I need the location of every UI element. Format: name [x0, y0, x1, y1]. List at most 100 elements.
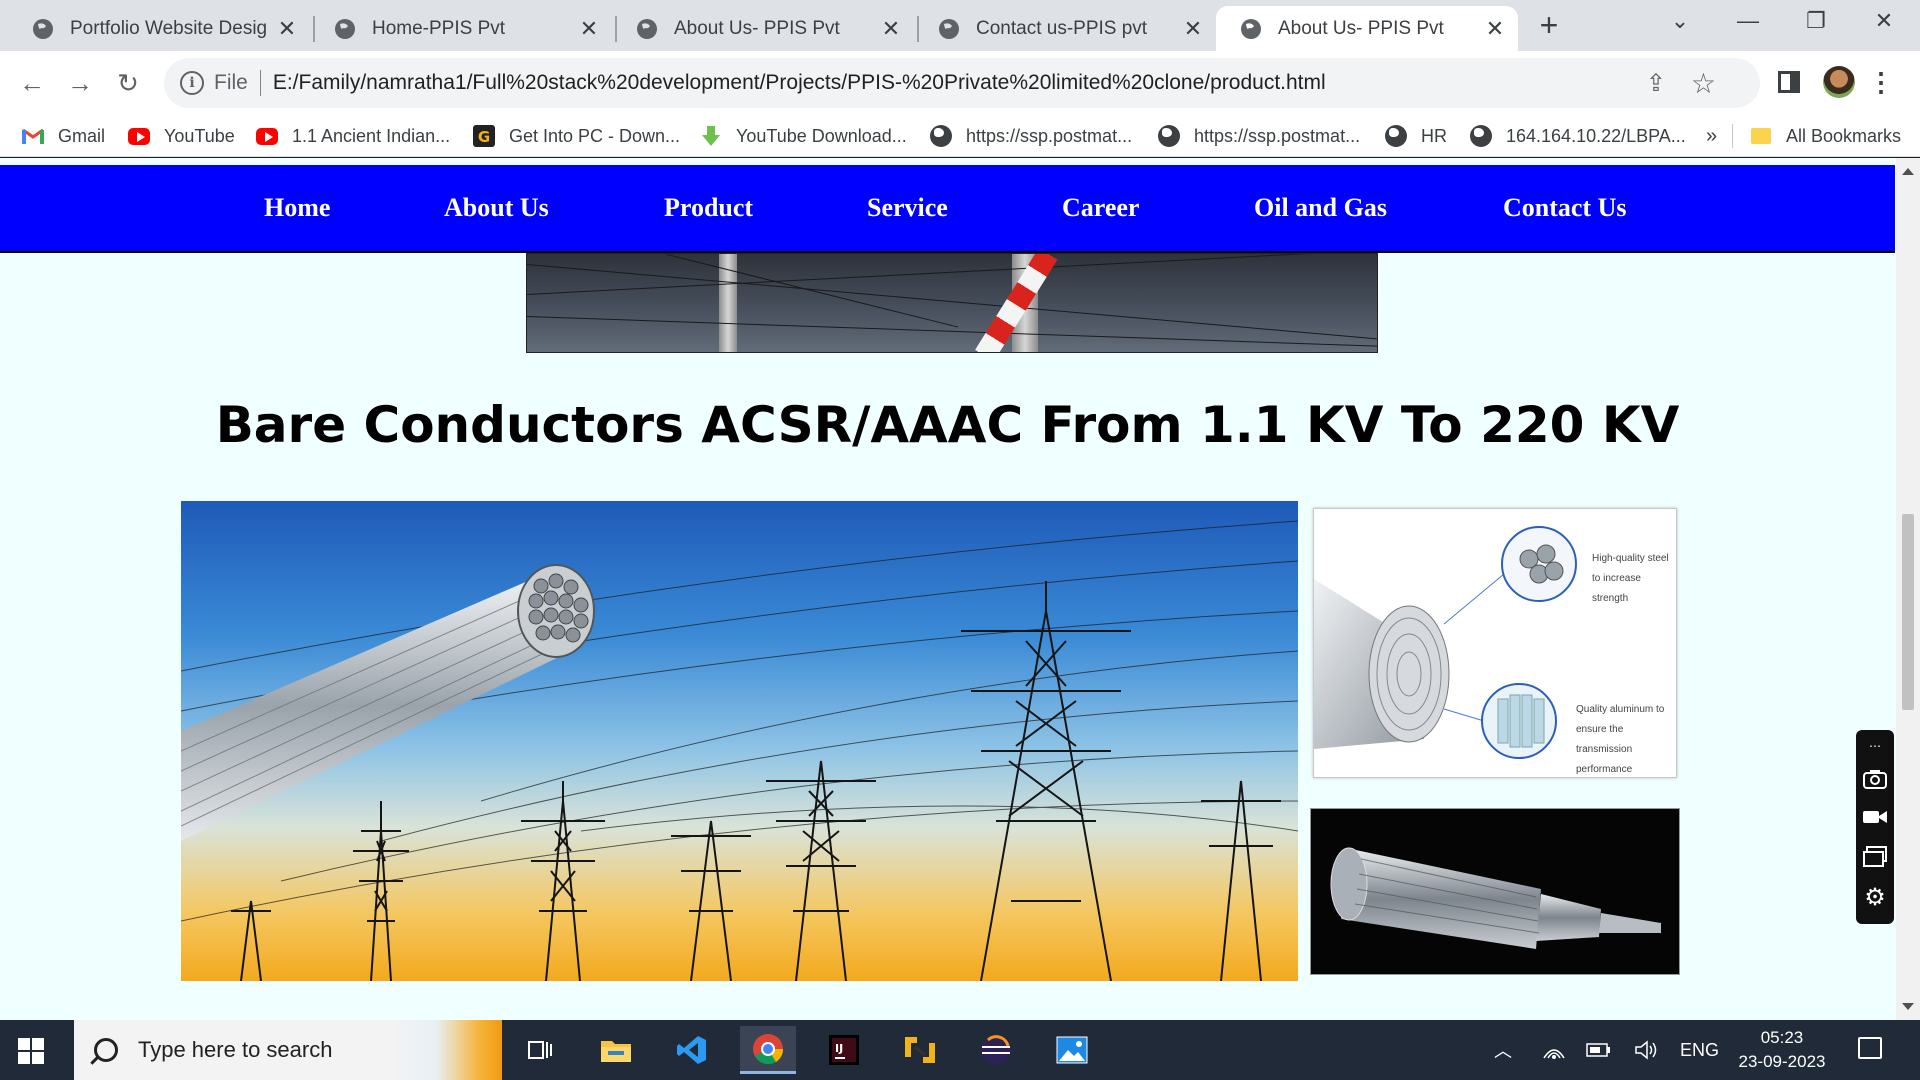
scroll-up-arrow-icon[interactable] [1902, 168, 1914, 175]
youtube-icon [128, 125, 150, 147]
volume-icon[interactable] [1634, 1020, 1658, 1080]
globe-icon [33, 18, 53, 39]
tab-about-us[interactable]: About Us- PPIS Pvt ✕ [612, 6, 914, 51]
wire-shape [527, 254, 1377, 295]
nav-service[interactable]: Service [867, 193, 948, 223]
nav-oil-and-gas[interactable]: Oil and Gas [1254, 193, 1387, 223]
close-tab-icon[interactable]: ✕ [276, 16, 298, 41]
close-tab-icon[interactable]: ✕ [1484, 16, 1506, 41]
globe-icon [637, 18, 657, 39]
restore-button[interactable]: ❐ [1786, 6, 1846, 36]
bookmark-get-into-pc[interactable]: G Get Into PC - Down... [473, 115, 680, 157]
vscode-icon[interactable] [664, 1026, 720, 1074]
close-tab-icon[interactable]: ✕ [578, 16, 600, 41]
battery-icon[interactable] [1586, 1020, 1612, 1080]
globe-icon [1470, 125, 1492, 147]
tab-search-chevron-icon[interactable]: ⌄ [1650, 6, 1710, 36]
svg-text:IJ: IJ [835, 1042, 843, 1055]
tab-portfolio[interactable]: Portfolio Website Design- ✕ [8, 6, 310, 51]
tab-contact-us[interactable]: Contact us-PPIS pvt ✕ [914, 6, 1216, 51]
task-view-icon[interactable] [512, 1026, 568, 1074]
taskbar-search-box[interactable]: Type here to search [74, 1020, 502, 1080]
bookmark-youtube[interactable]: YouTube [128, 115, 235, 157]
bookmark-star-icon[interactable]: ☆ [1691, 67, 1716, 100]
reload-button[interactable]: ↻ [110, 65, 146, 101]
intellij-icon[interactable]: IJ [816, 1026, 872, 1074]
search-placeholder: Type here to search [138, 1037, 333, 1062]
eclipse-icon[interactable] [968, 1026, 1024, 1074]
chrome-icon[interactable] [740, 1026, 796, 1074]
nav-about-us[interactable]: About Us [444, 193, 549, 223]
bookmark-lbpa[interactable]: 164.164.10.22/LBPA... [1470, 115, 1686, 157]
bookmark-youtube-downloader[interactable]: YouTube Download... [700, 115, 907, 157]
notifications-icon[interactable] [1858, 1037, 1882, 1059]
bookmark-ancient-indian[interactable]: 1.1 Ancient Indian... [256, 115, 450, 157]
windows-start-icon[interactable] [18, 1038, 44, 1064]
close-window-button[interactable]: ✕ [1854, 6, 1914, 36]
forward-button[interactable]: → [62, 65, 98, 101]
winscp-icon[interactable] [892, 1026, 948, 1074]
steel-caption: High-quality steel to increase strength [1592, 553, 1669, 604]
wifi-icon[interactable] [1542, 1020, 1566, 1080]
globe-icon [930, 125, 952, 147]
nav-home[interactable]: Home [264, 193, 330, 223]
search-icon [94, 1038, 118, 1062]
bookmarks-bar: Gmail YouTube 1.1 Ancient Indian... G Ge… [0, 115, 1920, 157]
drag-handle-icon[interactable]: ⋯ [1863, 734, 1887, 758]
new-tab-button[interactable]: + [1534, 9, 1564, 41]
address-scheme: File [214, 71, 248, 94]
photos-icon[interactable] [1044, 1026, 1100, 1074]
scroll-down-arrow-icon[interactable] [1902, 1003, 1914, 1010]
address-url[interactable]: E:/Family/namratha1/Full%20stack%20devel… [273, 71, 1326, 95]
all-bookmarks-button[interactable]: All Bookmarks [1750, 115, 1901, 157]
globe-icon [1158, 125, 1180, 147]
video-camera-icon[interactable] [1863, 808, 1887, 832]
show-hidden-icons-chevron[interactable]: ︿ [1494, 1020, 1512, 1080]
window-capture-icon[interactable] [1863, 846, 1887, 870]
globe-icon [939, 18, 959, 39]
bookmark-gmail[interactable]: Gmail [22, 115, 105, 157]
page-scrollbar[interactable] [1896, 158, 1920, 1020]
bookmark-hr[interactable]: HR [1385, 115, 1447, 157]
tab-home[interactable]: Home-PPIS Pvt ✕ [310, 6, 612, 51]
menu-kebab-icon[interactable]: ⋮ [1868, 65, 1894, 99]
clock-time: 05:23 [1760, 1028, 1804, 1047]
wire-shape [666, 254, 959, 328]
nav-contact-us[interactable]: Contact Us [1503, 193, 1627, 223]
nav-career[interactable]: Career [1062, 193, 1139, 223]
profile-avatar[interactable] [1823, 66, 1855, 98]
settings-gear-icon[interactable]: ⚙ [1863, 886, 1887, 910]
close-tab-icon[interactable]: ✕ [880, 16, 902, 41]
browser-toolbar: ← → ↻ i File E:/Family/namratha1/Full%20… [0, 51, 1920, 115]
tab-about-us-active[interactable]: About Us- PPIS Pvt ✕ [1216, 6, 1518, 51]
folder-icon [1750, 125, 1772, 147]
page-viewport: Home About Us Product Service Career Oil… [0, 158, 1920, 1020]
file-explorer-icon[interactable] [588, 1026, 644, 1074]
tab-strip: Portfolio Website Design- ✕ Home-PPIS Pv… [0, 0, 1920, 51]
site-info-icon[interactable]: i [180, 71, 204, 95]
address-bar[interactable]: i File E:/Family/namratha1/Full%20stack%… [164, 58, 1760, 108]
svg-text:G: G [478, 128, 490, 146]
globe-icon [1385, 125, 1407, 147]
clock-date: 23-09-2023 [1738, 1052, 1826, 1071]
bookmark-ssp-2[interactable]: https://ssp.postmat... [1158, 115, 1360, 157]
product-title: Bare Conductors ACSR/AAAC From 1.1 KV To… [215, 396, 1680, 454]
side-panel-icon[interactable] [1778, 71, 1800, 93]
bookmark-ssp-1[interactable]: https://ssp.postmat... [930, 115, 1132, 157]
minimize-button[interactable]: — [1718, 6, 1778, 36]
language-indicator[interactable]: ENG [1680, 1020, 1719, 1080]
clock[interactable]: 05:23 23-09-2023 [1736, 1026, 1828, 1074]
bookmarks-divider [1732, 124, 1733, 148]
conductor-on-black-image [1310, 808, 1680, 975]
conductor-cross-section-image: High-quality steel to increase strength … [1313, 508, 1677, 778]
address-divider [259, 70, 261, 96]
close-tab-icon[interactable]: ✕ [1182, 16, 1204, 41]
share-icon[interactable]: ⇪ [1646, 69, 1666, 98]
globe-icon [335, 18, 355, 39]
windows-taskbar: Type here to search IJ ︿ ENG 05:23 23-09… [0, 1020, 1920, 1080]
bookmarks-overflow-button[interactable]: » [1706, 115, 1717, 157]
camera-icon[interactable] [1863, 768, 1887, 792]
back-button[interactable]: ← [14, 65, 50, 101]
scrollbar-thumb[interactable] [1902, 514, 1914, 710]
nav-product[interactable]: Product [664, 193, 753, 223]
